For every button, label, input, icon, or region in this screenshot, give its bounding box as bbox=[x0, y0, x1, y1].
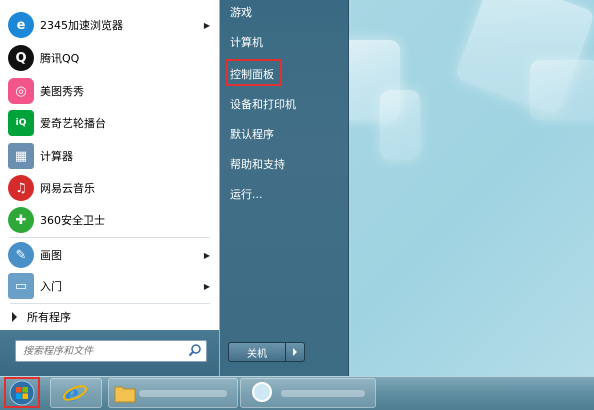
ice-cube-decoration bbox=[530, 60, 594, 120]
all-programs-label: 所有程序 bbox=[27, 311, 71, 324]
search-box[interactable] bbox=[15, 340, 207, 362]
paint-icon: ✎ bbox=[8, 242, 34, 268]
program-label: 腾讯QQ bbox=[40, 52, 80, 65]
taskbar-ie-button[interactable]: e bbox=[50, 378, 102, 408]
shutdown-options-button[interactable] bbox=[286, 343, 304, 361]
iqiyi-icon: iQ bbox=[8, 110, 34, 136]
menu-item-help-support[interactable]: 帮助和支持 bbox=[230, 156, 285, 172]
program-item[interactable]: ▭ 入门 ▶ bbox=[4, 271, 216, 301]
control-panel-highlight bbox=[226, 59, 282, 86]
start-menu-places-pane: 游戏 计算机 控制面板 设备和打印机 默认程序 帮助和支持 运行... bbox=[220, 0, 349, 376]
browser-2345-icon: e bbox=[8, 12, 34, 38]
netease-music-icon: ♫ bbox=[8, 175, 34, 201]
program-label: 360安全卫士 bbox=[40, 214, 105, 227]
ice-cube-decoration bbox=[380, 90, 420, 160]
program-item[interactable]: ◎ 美图秀秀 bbox=[4, 76, 216, 106]
start-menu-programs-pane: e 2345加速浏览器 ▶ Q 腾讯QQ ◎ 美图秀秀 iQ 爱奇艺轮播台 ▦ … bbox=[0, 0, 220, 376]
calculator-icon: ▦ bbox=[8, 143, 34, 169]
app-circle-icon bbox=[252, 382, 272, 402]
internet-explorer-icon: e bbox=[62, 381, 88, 407]
svg-text:e: e bbox=[65, 381, 79, 406]
menu-item-games[interactable]: 游戏 bbox=[230, 4, 252, 20]
all-programs-button[interactable]: 所有程序 bbox=[6, 306, 214, 328]
blurred-window-title bbox=[281, 390, 365, 397]
program-item[interactable]: e 2345加速浏览器 ▶ bbox=[4, 10, 216, 40]
folder-icon bbox=[114, 386, 136, 403]
menu-item-computer[interactable]: 计算机 bbox=[230, 34, 263, 50]
program-item[interactable]: iQ 爱奇艺轮播台 bbox=[4, 108, 216, 138]
program-item[interactable]: ♫ 网易云音乐 bbox=[4, 173, 216, 203]
program-item[interactable]: ✎ 画图 ▶ bbox=[4, 240, 216, 270]
program-item[interactable]: Q 腾讯QQ bbox=[4, 43, 216, 73]
submenu-arrow-icon: ▶ bbox=[203, 250, 210, 260]
taskbar-app-button[interactable] bbox=[240, 378, 376, 408]
qq-penguin-icon: Q bbox=[8, 45, 34, 71]
submenu-arrow-icon: ▶ bbox=[203, 281, 210, 291]
program-label: 入门 bbox=[40, 280, 62, 293]
program-label: 美图秀秀 bbox=[40, 85, 84, 98]
shutdown-button[interactable]: 关机 bbox=[229, 343, 286, 361]
program-label: 画图 bbox=[40, 249, 62, 262]
meitu-icon: ◎ bbox=[8, 78, 34, 104]
menu-item-default-programs[interactable]: 默认程序 bbox=[230, 126, 274, 142]
program-item[interactable]: ▦ 计算器 bbox=[4, 141, 216, 171]
search-input[interactable] bbox=[21, 344, 185, 358]
getting-started-icon: ▭ bbox=[8, 273, 34, 299]
shutdown-button-group: 关机 bbox=[228, 342, 305, 362]
program-label: 网易云音乐 bbox=[40, 182, 95, 195]
search-icon[interactable] bbox=[188, 343, 202, 357]
program-label: 爱奇艺轮播台 bbox=[40, 117, 106, 130]
start-button-highlight bbox=[4, 377, 40, 408]
arrow-right-icon bbox=[293, 348, 297, 356]
menu-separator bbox=[10, 237, 210, 238]
menu-separator bbox=[10, 303, 210, 304]
blurred-window-title bbox=[139, 390, 227, 397]
submenu-arrow-icon: ▶ bbox=[203, 20, 210, 30]
program-item[interactable]: ✚ 360安全卫士 bbox=[4, 205, 216, 235]
taskbar-explorer-button[interactable] bbox=[108, 378, 238, 408]
menu-item-devices-printers[interactable]: 设备和打印机 bbox=[230, 96, 296, 112]
360-safe-icon: ✚ bbox=[8, 207, 34, 233]
menu-item-run[interactable]: 运行... bbox=[230, 186, 263, 202]
program-label: 计算器 bbox=[40, 150, 73, 163]
expand-arrow-icon bbox=[12, 312, 17, 322]
program-label: 2345加速浏览器 bbox=[40, 19, 123, 32]
